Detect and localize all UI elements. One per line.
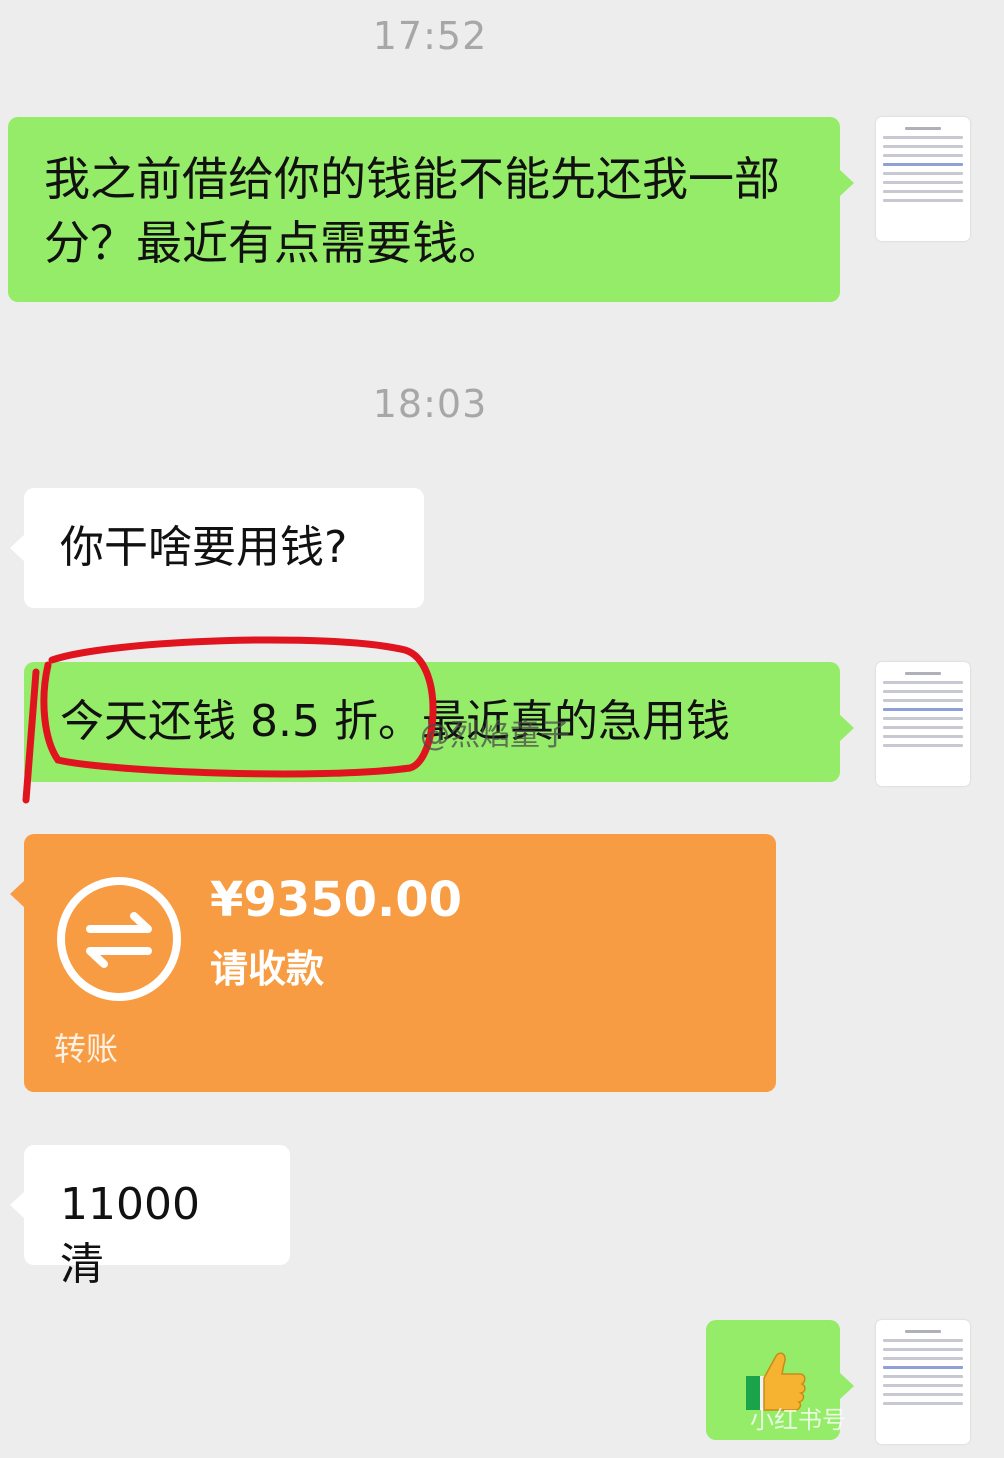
message-text: 今天还钱 8.5 折。最近真的急用钱: [60, 696, 730, 747]
message-text: 你干啥要用钱?: [60, 522, 348, 573]
message-bubble-received[interactable]: 11000 清: [10, 1145, 290, 1290]
transfer-label: 转账: [54, 1030, 119, 1068]
avatar[interactable]: [876, 1320, 970, 1444]
avatar[interactable]: [876, 117, 970, 241]
message-text: 我之前借给你的钱能不能先还我一部分？最近有点需要钱。: [44, 152, 780, 270]
transfer-status: 请收款: [210, 947, 325, 991]
message-text: 11000 清: [60, 1179, 200, 1290]
timestamp: 18:03: [372, 382, 488, 426]
message-bubble-received[interactable]: 你干啥要用钱?: [10, 488, 424, 608]
message-bubble-sent[interactable]: 我之前借给你的钱能不能先还我一部分？最近有点需要钱。: [8, 117, 854, 302]
timestamp: 17:52: [372, 14, 488, 58]
transfer-amount: ¥9350.00: [210, 872, 463, 928]
avatar[interactable]: [876, 662, 970, 786]
watermark: 小红书号: [750, 1406, 846, 1434]
transfer-arrows-icon: [57, 877, 181, 1001]
transfer-card[interactable]: ¥9350.00 请收款 转账: [10, 834, 776, 1092]
watermark: @烈焰童子: [420, 718, 570, 753]
